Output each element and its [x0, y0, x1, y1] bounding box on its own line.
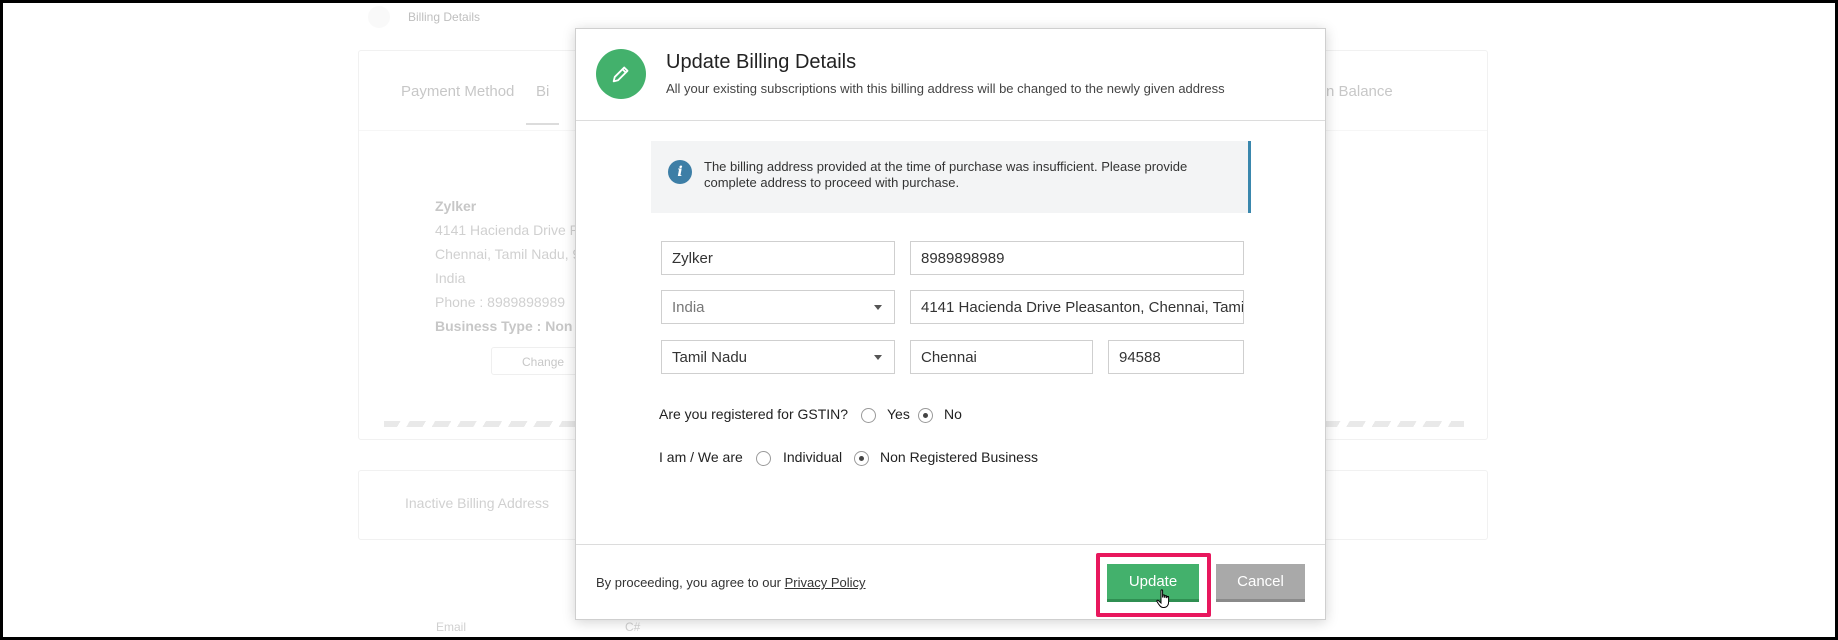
- non-registered-business-label[interactable]: Non Registered Business: [880, 449, 1038, 465]
- city-field[interactable]: Chennai: [910, 340, 1093, 374]
- non-registered-business-radio[interactable]: [854, 451, 869, 466]
- modal-footer: By proceeding, you agree to our Privacy …: [576, 544, 1325, 621]
- update-billing-modal: Update Billing Details All your existing…: [575, 28, 1326, 620]
- modal-subtitle: All your existing subscriptions with thi…: [666, 81, 1225, 96]
- modal-header: Update Billing Details All your existing…: [576, 29, 1325, 121]
- name-field[interactable]: Zylker: [661, 241, 895, 275]
- cancel-button[interactable]: Cancel: [1216, 564, 1305, 602]
- agreement-prefix: By proceeding, you agree to our: [596, 575, 782, 590]
- info-message: The billing address provided at the time…: [704, 159, 1188, 190]
- gstin-no-label[interactable]: No: [944, 406, 962, 422]
- info-banner: i The billing address provided at the ti…: [651, 141, 1251, 213]
- zip-field[interactable]: 94588: [1108, 340, 1244, 374]
- entity-question: I am / We are: [659, 449, 743, 465]
- gstin-no-radio[interactable]: [918, 408, 933, 423]
- agreement-text: By proceeding, you agree to our Privacy …: [596, 575, 866, 590]
- address-field[interactable]: 4141 Hacienda Drive Pleasanton, Chennai,…: [910, 290, 1244, 324]
- privacy-policy-link[interactable]: Privacy Policy: [785, 575, 866, 590]
- gstin-yes-label[interactable]: Yes: [887, 406, 910, 422]
- modal-title: Update Billing Details: [666, 51, 857, 73]
- hand-cursor-icon: [1156, 589, 1170, 608]
- update-button[interactable]: Update: [1107, 564, 1199, 602]
- country-value: India: [672, 299, 705, 316]
- chevron-down-icon: [874, 305, 882, 310]
- individual-label[interactable]: Individual: [783, 449, 842, 465]
- chevron-down-icon: [874, 355, 882, 360]
- pencil-icon: [596, 49, 646, 99]
- gstin-question: Are you registered for GSTIN?: [659, 406, 849, 422]
- state-select[interactable]: Tamil Nadu: [661, 340, 895, 374]
- gstin-yes-radio[interactable]: [861, 408, 876, 423]
- phone-field[interactable]: 8989898989: [910, 241, 1244, 275]
- info-icon: i: [668, 160, 692, 184]
- state-value: Tamil Nadu: [672, 349, 748, 366]
- country-select[interactable]: India: [661, 290, 895, 324]
- individual-radio[interactable]: [756, 451, 771, 466]
